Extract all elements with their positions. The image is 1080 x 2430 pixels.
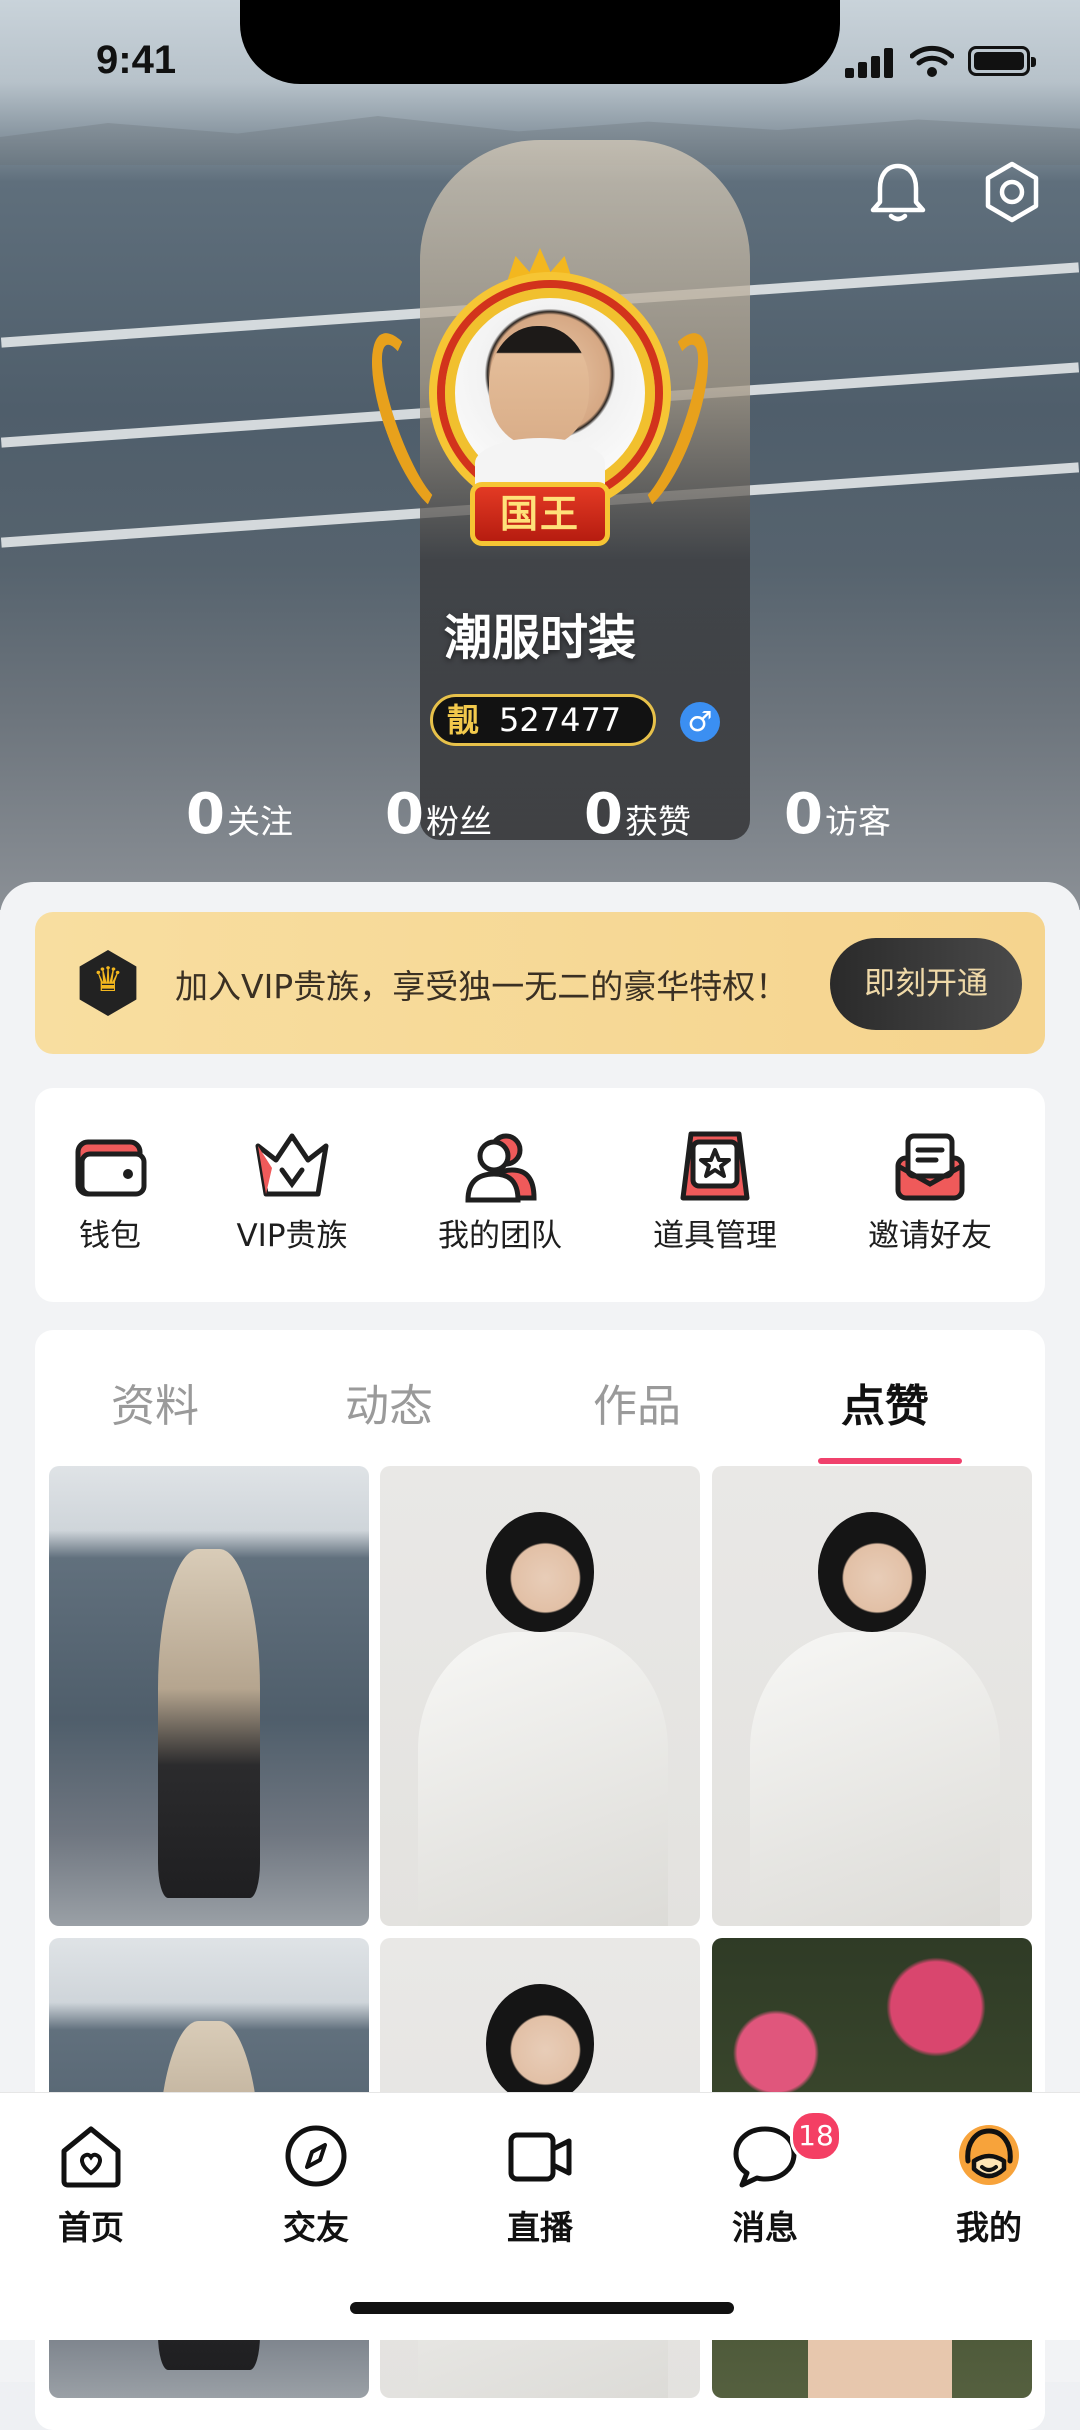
menu-label: 邀请好友 (868, 1218, 992, 1254)
stat-value: 0 (186, 782, 225, 847)
avatar-shirt (475, 438, 605, 488)
tab-home[interactable]: 首页 (31, 2121, 151, 2249)
stat-label: 粉丝 (425, 802, 492, 841)
profile-face-icon (959, 2125, 1019, 2185)
liked-post-thumbnail[interactable] (380, 1466, 700, 1926)
status-bar: 9:41 (0, 0, 1080, 130)
settings-icon[interactable] (980, 160, 1044, 224)
stat-label: 获赞 (624, 802, 691, 841)
avatar-frame[interactable]: 国王 (354, 248, 726, 568)
tab-me[interactable]: 我的 (929, 2121, 1049, 2249)
user-id-pill: 靓 527477 (430, 694, 656, 746)
tab-live[interactable]: 直播 (480, 2121, 600, 2249)
stat-fans[interactable]: 0粉丝 (385, 782, 492, 847)
vip-open-button[interactable]: 即刻开通 (830, 938, 1022, 1030)
stat-label: 访客 (824, 802, 891, 841)
stat-value: 0 (784, 782, 823, 847)
liked-post-thumbnail[interactable] (49, 1466, 369, 1926)
menu-label: 钱包 (79, 1218, 141, 1254)
king-badge: 国王 (470, 482, 610, 546)
bell-icon[interactable] (868, 160, 928, 224)
invite-icon (895, 1133, 965, 1201)
tab-label: 我的 (956, 2208, 1022, 2247)
message-count-badge: 18 (790, 2110, 842, 2162)
menu-props[interactable]: 道具管理 (635, 1128, 795, 1255)
profile-username: 潮服时装 (443, 610, 636, 666)
menu-label: VIP贵族 (236, 1218, 348, 1254)
active-tab-indicator (818, 1458, 962, 1464)
battery-icon (968, 46, 1036, 76)
menu-invite[interactable]: 邀请好友 (850, 1128, 1010, 1255)
tab-label: 交友 (283, 2208, 349, 2247)
stat-visitors[interactable]: 0访客 (784, 782, 891, 847)
menu-wallet[interactable]: 钱包 (30, 1128, 190, 1255)
tab-likes[interactable]: 点赞 (841, 1370, 929, 1434)
frame-crown-ornament (505, 248, 575, 288)
signal-icon (845, 48, 897, 78)
props-icon (680, 1131, 750, 1201)
menu-label: 我的团队 (438, 1218, 562, 1254)
male-gender-icon: ♂ (680, 702, 720, 742)
status-time: 9:41 (96, 38, 177, 82)
avatar-face (489, 326, 589, 446)
wifi-icon (910, 45, 954, 77)
vip-banner-text: 加入VIP贵族，享受独一无二的豪华特权！ (175, 967, 789, 1006)
wallet-icon (75, 1139, 147, 1197)
stat-value: 0 (385, 782, 424, 847)
vip-crown-icon: ♛ (79, 950, 137, 1016)
menu-team[interactable]: 我的团队 (420, 1128, 580, 1255)
user-id-number: 527477 (499, 701, 622, 739)
profile-stats: 0关注 0粉丝 0获赞 0访客 (0, 782, 1080, 852)
vip-banner[interactable]: ♛ 加入VIP贵族，享受独一无二的豪华特权！ 即刻开通 (35, 912, 1045, 1054)
home-indicator (350, 2302, 734, 2314)
tab-profile-info[interactable]: 资料 (111, 1370, 199, 1434)
home-icon (61, 2126, 121, 2188)
tab-label: 首页 (58, 2208, 124, 2247)
pretty-id-mark: 靓 (447, 701, 480, 739)
stat-label: 关注 (226, 802, 293, 841)
crown-icon (255, 1133, 329, 1197)
stat-following[interactable]: 0关注 (186, 782, 293, 847)
tab-works[interactable]: 作品 (593, 1370, 681, 1434)
menu-label: 道具管理 (653, 1218, 777, 1254)
stat-likes[interactable]: 0获赞 (584, 782, 691, 847)
tab-moments[interactable]: 动态 (345, 1370, 433, 1434)
tab-label: 直播 (507, 2208, 573, 2247)
compass-icon (285, 2125, 347, 2187)
team-icon (465, 1133, 537, 1203)
menu-vip[interactable]: VIP贵族 (212, 1128, 372, 1255)
video-icon (508, 2132, 572, 2182)
tab-discover[interactable]: 交友 (256, 2121, 376, 2249)
quick-menu: 钱包 VIP贵族 我的团队 道具管理 邀请好友 (35, 1088, 1045, 1302)
stat-value: 0 (584, 782, 623, 847)
liked-post-thumbnail[interactable] (712, 1466, 1032, 1926)
tab-label: 消息 (732, 2208, 798, 2247)
